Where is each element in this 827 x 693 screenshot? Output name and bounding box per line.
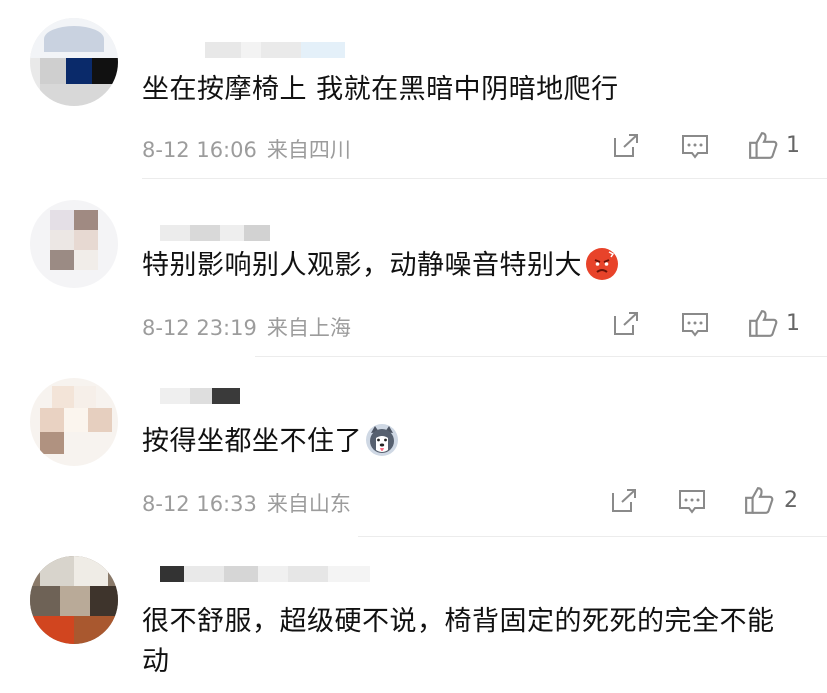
comment-meta: 8-12 16:33 来自山东 [142,488,351,518]
divider [255,356,827,357]
husky-dog-icon [370,426,394,453]
comment-text: 坐在按摩椅上 我就在黑暗中阴暗地爬行 [142,74,619,105]
comment-text-content: 特别影响别人观影，动静噪音特别大 [142,250,582,281]
like-count: 2 [784,488,798,513]
comment-date: 8-12 16:06 [142,138,257,162]
username-blurred[interactable] [205,42,345,58]
like-icon[interactable] [744,486,774,514]
angry-face-icon [594,251,615,273]
divider [358,536,827,537]
username-blurred[interactable] [160,225,270,241]
like-icon[interactable] [748,309,778,337]
husky-dog-emoji [366,424,398,456]
comment-date: 8-12 16:33 [142,492,257,516]
comment-date: 8-12 23:19 [142,316,257,340]
comment-text: 按得坐都坐不住了 [142,422,398,462]
avatar[interactable] [30,18,118,106]
like-count: 1 [786,133,800,158]
like-count: 1 [786,311,800,336]
share-icon[interactable] [610,488,638,514]
comment-text-content: 按得坐都坐不住了 [142,426,362,457]
avatar[interactable] [30,556,118,644]
comment-icon[interactable] [678,489,706,515]
comment-location: 来自山东 [266,492,351,516]
comment-icon[interactable] [681,312,709,338]
comment-text: 特别影响别人观影，动静噪音特别大 [142,246,618,286]
username-blurred[interactable] [160,566,370,582]
comment-icon[interactable] [681,134,709,160]
comment-meta: 8-12 23:19 来自上海 [142,312,351,342]
comment-meta: 8-12 16:06 来自四川 [142,134,351,164]
angry-face-emoji [586,248,618,280]
divider [142,178,827,179]
share-icon[interactable] [612,133,640,159]
username-blurred[interactable] [160,388,240,404]
share-icon[interactable] [612,311,640,337]
comment-location: 来自四川 [266,138,351,162]
avatar[interactable] [30,378,118,466]
comment-text: 很不舒服，超级硬不说，椅背固定的死死的完全不能动 [142,606,775,677]
comment-location: 来自上海 [266,316,351,340]
avatar[interactable] [30,200,118,288]
like-icon[interactable] [748,131,778,159]
